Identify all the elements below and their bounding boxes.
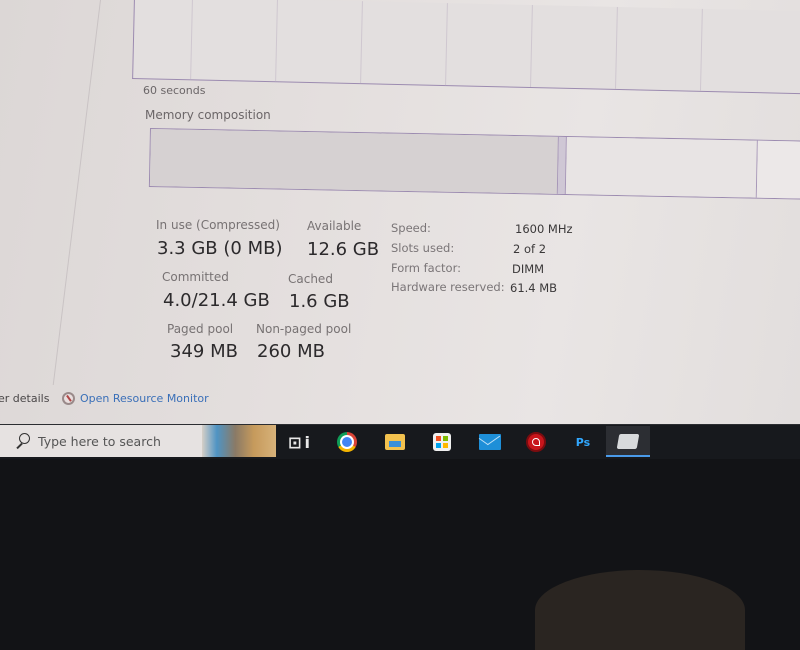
mail-taskbar-button[interactable] [473, 429, 507, 455]
photoshop-taskbar-button[interactable]: Ps [566, 429, 600, 455]
graph-time-label: 60 seconds [143, 84, 206, 97]
acrobat-taskbar-button[interactable] [519, 429, 553, 455]
memory-composition-bar [148, 128, 800, 201]
cached-value: 1.6 GB [289, 291, 350, 312]
graph-gridline [530, 5, 533, 88]
active-app-indicator [606, 455, 650, 457]
memory-usage-graph [132, 0, 800, 95]
graph-gridline [275, 0, 278, 82]
sidebar-divider [52, 0, 101, 385]
non-paged-pool-value: 260 MB [257, 341, 325, 362]
speed-value: 1600 MHz [515, 222, 573, 236]
fewer-details-link[interactable]: er details [0, 392, 49, 405]
store-icon [433, 433, 451, 451]
task-manager-icon [616, 434, 640, 449]
mail-icon [479, 434, 501, 450]
store-taskbar-button[interactable] [425, 429, 459, 455]
taskbar-search-box[interactable]: Type here to search [0, 425, 276, 457]
memory-composition-label: Memory composition [145, 108, 271, 122]
committed-label: Committed [162, 270, 229, 284]
search-icon [14, 433, 30, 449]
paged-pool-label: Paged pool [167, 322, 234, 336]
photoshop-icon: Ps [575, 435, 591, 449]
chrome-icon [337, 432, 357, 452]
composition-segment-free [756, 140, 800, 200]
cached-label: Cached [288, 272, 333, 286]
graph-gridline [615, 6, 618, 89]
available-label: Available [307, 219, 362, 233]
composition-segment-in-use [149, 129, 559, 194]
folder-icon [385, 434, 405, 450]
slots-used-label: Slots used: [391, 241, 455, 255]
task-view-icon: ⊡ i [287, 432, 311, 452]
in-use-value: 3.3 GB (0 MB) [157, 238, 283, 259]
graph-gridline [190, 0, 193, 80]
monitor-stand [535, 570, 745, 650]
open-resource-monitor-label: Open Resource Monitor [80, 392, 209, 405]
composition-segment-standby [565, 137, 758, 198]
committed-value: 4.0/21.4 GB [163, 290, 270, 311]
search-placeholder: Type here to search [38, 433, 161, 449]
acrobat-icon [526, 432, 546, 452]
task-manager-taskbar-button[interactable] [606, 426, 650, 457]
graph-gridline [445, 3, 448, 86]
hardware-reserved-value: 61.4 MB [510, 281, 558, 295]
available-value: 12.6 GB [307, 239, 380, 260]
graph-gridline [699, 8, 703, 91]
speed-label: Speed: [391, 221, 431, 235]
file-explorer-taskbar-button[interactable] [378, 429, 412, 455]
slots-used-value: 2 of 2 [513, 242, 547, 256]
form-factor-value: DIMM [512, 262, 545, 276]
graph-gridline [360, 1, 363, 84]
chrome-taskbar-button[interactable] [330, 429, 364, 455]
paged-pool-value: 349 MB [170, 341, 238, 362]
in-use-label: In use (Compressed) [156, 218, 280, 232]
taskbar: Type here to search ⊡ i Ps [0, 424, 800, 459]
resource-monitor-icon [62, 392, 75, 405]
hardware-reserved-label: Hardware reserved: [391, 280, 505, 294]
open-resource-monitor-link[interactable]: Open Resource Monitor [62, 392, 209, 405]
search-highlight-image [202, 425, 276, 457]
task-manager-window: 60 seconds Memory composition In use (Co… [0, 0, 800, 425]
task-view-button[interactable]: ⊡ i [282, 429, 316, 455]
form-factor-label: Form factor: [391, 261, 461, 275]
non-paged-pool-label: Non-paged pool [256, 322, 352, 336]
